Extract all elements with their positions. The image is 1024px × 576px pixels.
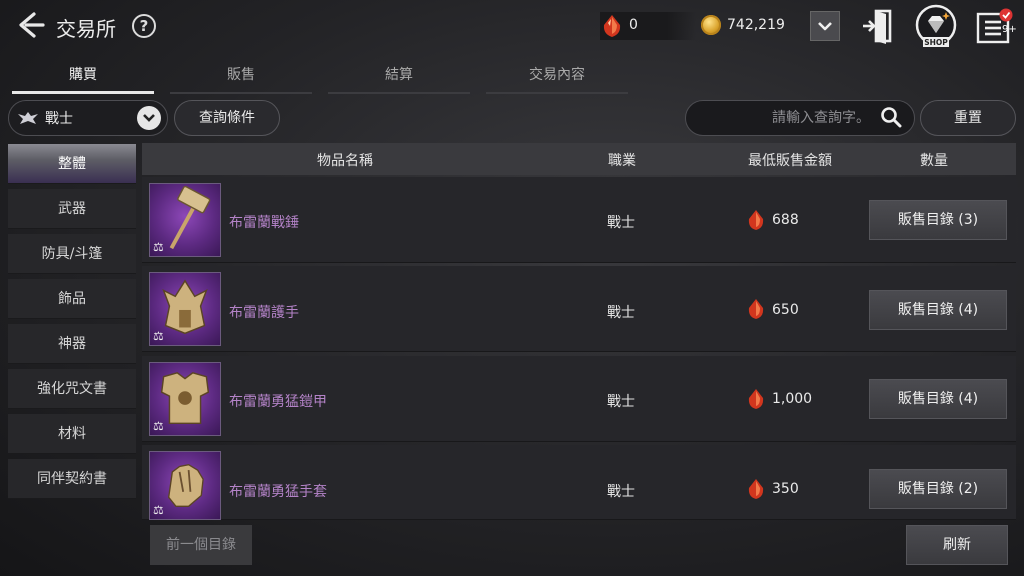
menu-button[interactable]: 9+ [976, 8, 1017, 46]
sale-list-button[interactable]: 販售目錄 (2) [869, 469, 1007, 509]
red-gem-icon [748, 210, 764, 230]
category-accessories[interactable]: 飾品 [8, 279, 136, 319]
chevron-down-icon [137, 106, 161, 130]
item-price: 350 [772, 481, 799, 497]
scale-icon: ⚖ [153, 419, 164, 433]
table-header [142, 143, 1016, 175]
gauntlet-icon: ⚖ [149, 272, 221, 346]
notification-badge: 9+ [1002, 24, 1017, 35]
category-all[interactable]: 整體 [8, 144, 136, 184]
item-name: 布雷蘭勇猛手套 [229, 484, 327, 500]
reset-button[interactable]: 重置 [920, 100, 1016, 136]
previous-page-button[interactable]: 前一個目錄 [150, 525, 252, 565]
sale-list-button[interactable]: 販售目錄 (3) [869, 200, 1007, 240]
query-conditions-button[interactable]: 查詢條件 [174, 100, 280, 136]
exit-door-icon[interactable] [862, 8, 894, 44]
category-weapons[interactable]: 武器 [8, 189, 136, 229]
item-price: 650 [772, 302, 799, 318]
refresh-button[interactable]: 刷新 [906, 525, 1008, 565]
item-class: 戰士 [607, 484, 635, 500]
sale-list-button[interactable]: 販售目錄 (4) [869, 379, 1007, 419]
item-name: 布雷蘭勇猛鎧甲 [229, 394, 327, 410]
sale-list-button[interactable]: 販售目錄 (4) [869, 290, 1007, 330]
back-arrow-icon[interactable] [16, 10, 46, 40]
tab-sell[interactable]: 販售 [166, 62, 316, 94]
warrior-class-icon [18, 112, 38, 124]
armor-icon: ⚖ [149, 362, 221, 436]
category-armor-cloak[interactable]: 防具/斗篷 [8, 234, 136, 274]
red-gem-icon [603, 15, 621, 37]
warhammer-icon: ⚖ [149, 183, 221, 257]
column-quantity: 數量 [920, 153, 948, 169]
column-class: 職業 [608, 153, 636, 169]
gold-coin-icon [701, 15, 721, 35]
item-name: 布雷蘭護手 [229, 305, 299, 321]
chevron-down-icon [818, 22, 832, 31]
tab-buy[interactable]: 購買 [8, 62, 158, 94]
tab-transaction-history[interactable]: 交易內容 [482, 62, 632, 94]
class-filter-select[interactable]: 戰士 [8, 100, 168, 136]
shop-icon[interactable]: SHOP [912, 4, 960, 52]
search-input[interactable] [700, 104, 870, 132]
shop-label: SHOP [924, 38, 948, 47]
item-price: 1,000 [772, 391, 813, 407]
category-artifacts[interactable]: 神器 [8, 324, 136, 364]
scale-icon: ⚖ [153, 240, 164, 254]
class-filter-value: 戰士 [45, 111, 73, 127]
item-class: 戰士 [607, 394, 635, 410]
page-title: 交易所 [56, 17, 116, 41]
category-materials[interactable]: 材料 [8, 414, 136, 454]
item-class: 戰士 [607, 215, 635, 231]
tab-settlement[interactable]: 結算 [324, 62, 474, 94]
help-icon[interactable]: ? [132, 14, 156, 38]
scale-icon: ⚖ [153, 329, 164, 343]
gem-balance: 0 [629, 17, 638, 33]
column-min-price: 最低販售金額 [748, 153, 832, 169]
red-gem-icon [748, 299, 764, 319]
glove-icon: ⚖ [149, 451, 221, 520]
item-name: 布雷蘭戰錘 [229, 215, 299, 231]
item-class: 戰士 [607, 305, 635, 321]
category-companion-contracts[interactable]: 同伴契約書 [8, 459, 136, 499]
item-price: 688 [772, 212, 799, 228]
category-enchant-scrolls[interactable]: 強化咒文書 [8, 369, 136, 409]
coin-balance: 742,219 [727, 17, 785, 33]
red-gem-icon [748, 479, 764, 499]
search-icon[interactable] [880, 106, 902, 128]
currency-dropdown-button[interactable] [810, 11, 840, 41]
scale-icon: ⚖ [153, 503, 164, 517]
red-gem-icon [748, 389, 764, 409]
column-item-name: 物品名稱 [317, 153, 373, 169]
